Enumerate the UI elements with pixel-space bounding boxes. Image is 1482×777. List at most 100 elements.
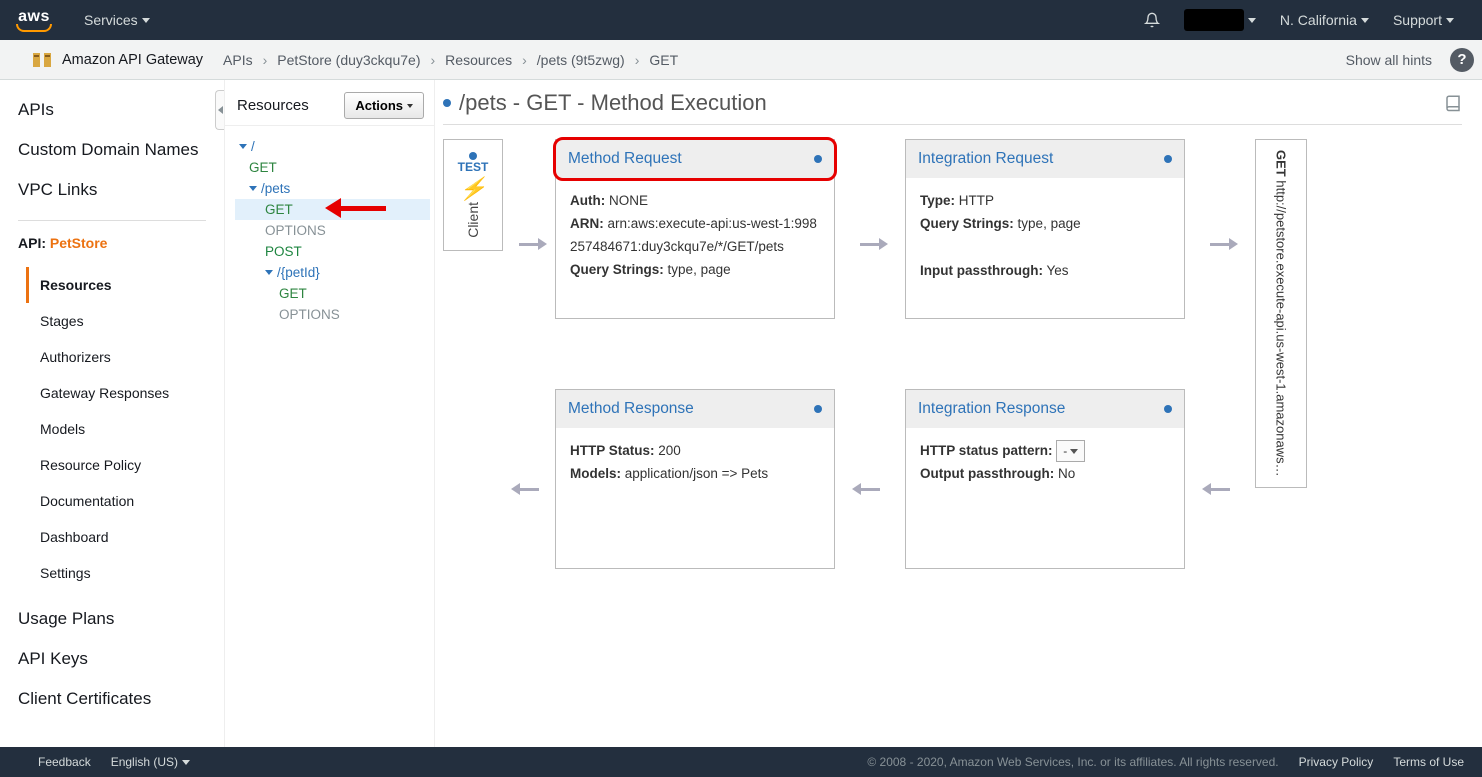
tree-method-root-get[interactable]: GET: [235, 157, 430, 178]
chevron-down-icon: [1248, 18, 1256, 23]
method-execution-panel: /pets - GET - Method Execution TEST ⚡ Cl…: [435, 80, 1482, 747]
method-response-link[interactable]: Method Response: [568, 400, 694, 418]
status-dot-icon: [1164, 405, 1172, 413]
arrow-right-icon: [860, 243, 880, 246]
arrow-left-icon: [519, 488, 539, 491]
resource-tree-panel: Resources Actions / GET /pets GET OPTION…: [225, 80, 435, 747]
nav-item-resource-policy[interactable]: Resource Policy: [26, 447, 206, 483]
status-dot-icon: [469, 152, 477, 160]
breadcrumb-apis[interactable]: APIs: [223, 52, 253, 68]
tree-method-petid-options[interactable]: OPTIONS: [235, 304, 430, 325]
docs-icon[interactable]: [1444, 94, 1462, 112]
arrow-left-icon: [860, 488, 880, 491]
nav-item-vpc-links[interactable]: VPC Links: [18, 180, 206, 200]
resource-tree-title: Resources: [237, 97, 309, 114]
tree-method-pets-options[interactable]: OPTIONS: [235, 220, 430, 241]
api-name: PetStore: [50, 235, 108, 251]
region-menu[interactable]: N. California: [1268, 12, 1381, 28]
nav-item-stages[interactable]: Stages: [26, 303, 206, 339]
collapse-nav-button[interactable]: [215, 90, 225, 130]
status-dot-icon: [1164, 155, 1172, 163]
account-menu[interactable]: [1172, 9, 1268, 31]
nav-item-authorizers[interactable]: Authorizers: [26, 339, 206, 375]
method-request-header: Method Request: [553, 137, 837, 181]
tree-method-pets-post[interactable]: POST: [235, 241, 430, 262]
notifications-button[interactable]: [1132, 12, 1172, 28]
apigateway-service-icon: [30, 48, 54, 72]
method-response-card: Method Response HTTP Status: 200 Models:…: [555, 389, 835, 569]
breadcrumb-resources[interactable]: Resources: [445, 52, 512, 68]
integration-request-link[interactable]: Integration Request: [918, 150, 1053, 168]
endpoint-url: http://petstore.execute-api.us-west-1.am…: [1274, 180, 1289, 476]
resource-tree: / GET /pets GET OPTIONS POST /{petId} GE…: [225, 126, 434, 335]
bolt-icon: ⚡: [459, 176, 486, 202]
nav-item-resources[interactable]: Resources: [26, 267, 206, 303]
nav-item-dashboard[interactable]: Dashboard: [26, 519, 206, 555]
chevron-down-icon: [182, 760, 190, 765]
execution-flow: TEST ⚡ Client Method Request Auth: NONE …: [443, 139, 1462, 589]
service-name[interactable]: Amazon API Gateway: [62, 52, 203, 68]
arrow-left-icon: [1210, 488, 1230, 491]
method-request-card: Method Request Auth: NONE ARN: arn:aws:e…: [555, 139, 835, 319]
chevron-down-icon: [142, 18, 150, 23]
breadcrumb-api[interactable]: PetStore (duy3ckqu7e): [277, 52, 420, 68]
endpoint-method: GET: [1274, 150, 1289, 177]
aws-logo[interactable]: aws: [16, 8, 52, 32]
resource-tree-header: Resources Actions: [225, 80, 434, 126]
method-request-link[interactable]: Method Request: [568, 150, 682, 168]
tree-node-petid[interactable]: /{petId}: [235, 262, 430, 283]
privacy-link[interactable]: Privacy Policy: [1299, 755, 1374, 769]
integration-response-card: Integration Response HTTP status pattern…: [905, 389, 1185, 569]
client-box: TEST ⚡ Client: [443, 139, 503, 251]
nav-item-gateway-responses[interactable]: Gateway Responses: [26, 375, 206, 411]
help-icon[interactable]: ?: [1450, 48, 1474, 72]
status-dot-icon: [814, 155, 822, 163]
service-bar: Amazon API Gateway APIs› PetStore (duy3c…: [0, 40, 1482, 80]
nav-item-client-certificates[interactable]: Client Certificates: [18, 689, 206, 709]
language-menu[interactable]: English (US): [111, 755, 190, 769]
test-link[interactable]: TEST: [458, 160, 489, 174]
chevron-down-icon: [265, 270, 273, 275]
api-context-label: API: PetStore: [18, 235, 206, 251]
chevron-down-icon: [1361, 18, 1369, 23]
tree-method-petid-get[interactable]: GET: [235, 283, 430, 304]
client-label: Client: [465, 202, 481, 238]
annotation-red-arrow: [325, 198, 386, 218]
aws-swoosh-icon: [16, 24, 52, 32]
chevron-down-icon: [239, 144, 247, 149]
services-menu[interactable]: Services: [72, 12, 162, 28]
page-title: /pets - GET - Method Execution: [459, 90, 767, 116]
copyright-text: © 2008 - 2020, Amazon Web Services, Inc.…: [867, 755, 1278, 769]
nav-item-api-keys[interactable]: API Keys: [18, 649, 206, 669]
nav-item-settings[interactable]: Settings: [26, 555, 206, 591]
top-nav: aws Services N. California Support: [0, 0, 1482, 40]
nav-item-custom-domain-names[interactable]: Custom Domain Names: [18, 140, 206, 160]
nav-item-models[interactable]: Models: [26, 411, 206, 447]
breadcrumb: APIs› PetStore (duy3ckqu7e)› Resources› …: [223, 52, 678, 68]
chevron-down-icon: [1446, 18, 1454, 23]
show-all-hints-link[interactable]: Show all hints: [1346, 52, 1432, 68]
status-pattern-select[interactable]: -: [1056, 440, 1085, 462]
main-area: APIs Custom Domain Names VPC Links API: …: [0, 80, 1482, 747]
support-menu[interactable]: Support: [1381, 12, 1466, 28]
feedback-link[interactable]: Feedback: [38, 755, 91, 769]
terms-link[interactable]: Terms of Use: [1393, 755, 1464, 769]
breadcrumb-method[interactable]: GET: [649, 52, 678, 68]
nav-item-apis[interactable]: APIs: [18, 100, 206, 120]
services-label: Services: [84, 12, 138, 28]
chevron-down-icon: [1070, 449, 1078, 454]
tree-node-pets[interactable]: /pets: [235, 178, 430, 199]
tree-node-root[interactable]: /: [235, 136, 430, 157]
status-dot-icon: [443, 99, 451, 107]
actions-label: Actions: [355, 98, 403, 113]
left-nav: APIs Custom Domain Names VPC Links API: …: [0, 80, 225, 747]
nav-item-documentation[interactable]: Documentation: [26, 483, 206, 519]
support-label: Support: [1393, 12, 1442, 28]
integration-response-link[interactable]: Integration Response: [918, 400, 1065, 418]
breadcrumb-resource[interactable]: /pets (9t5zwg): [537, 52, 625, 68]
account-name-redacted: [1184, 9, 1244, 31]
nav-item-usage-plans[interactable]: Usage Plans: [18, 609, 206, 629]
actions-button[interactable]: Actions: [344, 92, 424, 119]
footer: Feedback English (US) © 2008 - 2020, Ama…: [0, 747, 1482, 777]
chevron-down-icon: [249, 186, 257, 191]
